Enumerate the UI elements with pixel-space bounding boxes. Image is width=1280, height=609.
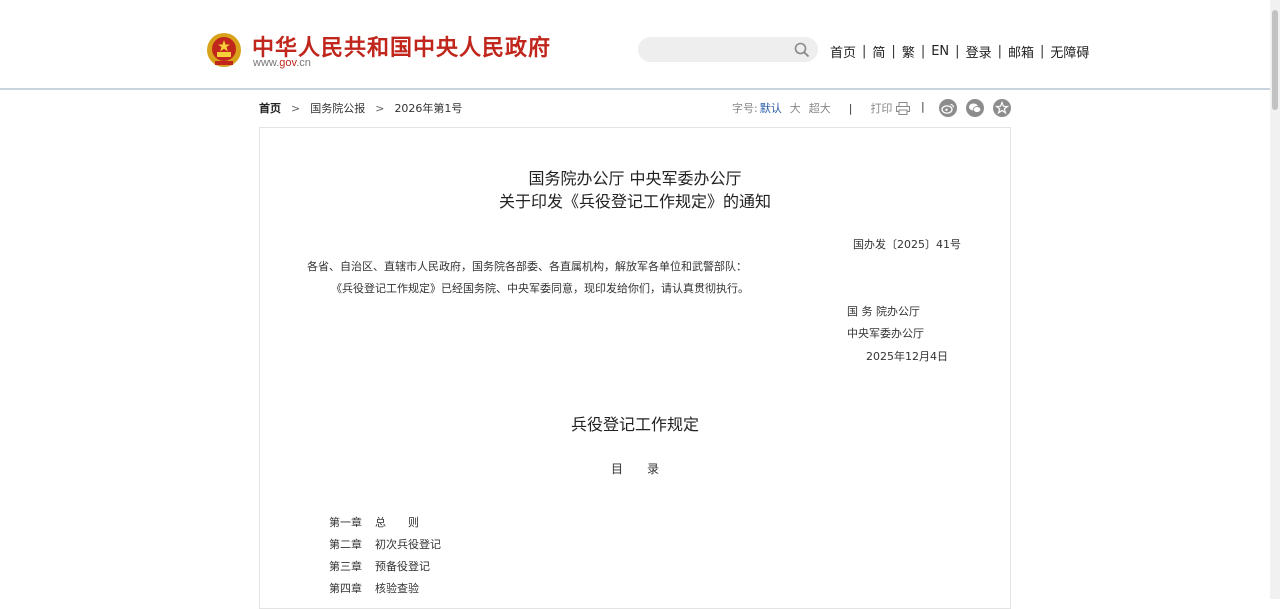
header-divider — [0, 88, 1270, 90]
breadcrumb: 首页 > 国务院公报 > 2026年第1号 — [259, 100, 462, 116]
nav-simplified[interactable]: 简 — [872, 42, 885, 61]
nav-separator: | — [997, 44, 1002, 59]
scrollbar-thumb[interactable] — [1272, 10, 1278, 110]
chevron-right-icon: > — [375, 101, 385, 115]
toc-chapter-name: 初次兵役登记 — [375, 538, 441, 551]
page-scrollbar[interactable] — [1270, 0, 1280, 599]
font-size-label: 字号: — [732, 102, 758, 115]
print-label[interactable]: 打印 — [870, 100, 892, 116]
nav-separator: | — [862, 44, 867, 59]
print-icon[interactable] — [896, 101, 911, 115]
search-icon[interactable] — [794, 42, 810, 58]
toc-chapter: 第二章 — [329, 538, 362, 551]
toc-item: 第二章 初次兵役登记 — [329, 536, 441, 552]
issue-date: 2025年12月4日 — [866, 350, 948, 363]
nav-english[interactable]: EN — [931, 44, 949, 59]
wechat-icon[interactable] — [966, 99, 984, 117]
nav-separator: | — [920, 44, 926, 59]
toc-chapter: 第四章 — [329, 582, 362, 595]
nav-login[interactable]: 登录 — [966, 42, 992, 61]
toc-chapter-name: 预备役登记 — [375, 560, 430, 573]
article-body: 《兵役登记工作规定》已经国务院、中央军委同意，现印发给你们，请认真贯彻执行。 — [331, 282, 749, 295]
nav-home[interactable]: 首页 — [830, 42, 856, 61]
breadcrumb-issue[interactable]: 2026年第1号 — [394, 100, 462, 116]
article-title-line2: 关于印发《兵役登记工作规定》的通知 — [498, 192, 771, 211]
share-separator: | — [921, 100, 925, 113]
tools-separator: | — [848, 101, 853, 115]
toc-chapter: 第三章 — [329, 560, 362, 573]
toc-item: 第一章总 则 — [329, 514, 419, 530]
site-url[interactable]: www.gov.cn — [253, 57, 311, 69]
font-size-default[interactable]: 默认 — [760, 100, 782, 116]
favorite-star-icon[interactable] — [993, 99, 1011, 117]
breadcrumb-gazette[interactable]: 国务院公报 — [310, 100, 365, 116]
toc-chapter: 第一章 — [329, 516, 362, 529]
nav-separator: | — [955, 44, 960, 59]
article-tools: 字号: 默认 大 超大 | 打印 — [732, 100, 911, 116]
breadcrumb-home[interactable]: 首页 — [259, 100, 281, 116]
toc-item: 第三章 预备役登记 — [329, 558, 430, 574]
section-title: 兵役登记工作规定 — [570, 415, 699, 434]
toc-chapter-name: 总 则 — [375, 516, 419, 529]
signer-military-commission: 中央军委办公厅 — [847, 327, 924, 340]
site-url-prefix: www. — [253, 57, 280, 69]
search-box — [638, 37, 818, 62]
toc-chapter-name: 核验查验 — [375, 582, 419, 595]
nav-mail[interactable]: 邮箱 — [1008, 42, 1034, 61]
signer-state-council: 国 务 院办公厅 — [847, 305, 920, 318]
recipients: 各省、自治区、直辖市人民政府，国务院各部委、各直属机构，解放军各单位和武警部队： — [307, 260, 747, 273]
site-url-domain: gov — [279, 57, 297, 69]
doc-number: 国办发〔2025〕41号 — [853, 238, 961, 251]
site-header: 中华人民共和国中央人民政府 www.gov.cn 首页 | 简 | 繁 | EN… — [0, 0, 1270, 88]
article-title-line1: 国务院办公厅 中央军委办公厅 — [528, 169, 742, 188]
nav-traditional[interactable]: 繁 — [902, 42, 915, 61]
nav-separator: | — [1039, 44, 1045, 59]
nav-accessibility[interactable]: 无障碍 — [1050, 42, 1089, 61]
site-url-suffix: .cn — [296, 57, 311, 69]
top-nav: 首页 | 简 | 繁 | EN | 登录 | 邮箱 | 无障碍 — [830, 42, 1089, 61]
nav-separator: | — [891, 44, 896, 59]
toc-item: 第四章 核验查验 — [329, 580, 419, 596]
font-size-xlarge[interactable]: 超大 — [809, 100, 831, 116]
chevron-right-icon: > — [291, 101, 301, 115]
weibo-icon[interactable] — [939, 99, 957, 117]
national-emblem-icon[interactable] — [206, 31, 242, 69]
toc-heading: 目 录 — [610, 462, 659, 476]
font-size-large[interactable]: 大 — [790, 100, 801, 116]
search-input[interactable] — [650, 40, 794, 60]
article-content: 国务院办公厅 中央军委办公厅 关于印发《兵役登记工作规定》的通知 国办发〔202… — [259, 127, 1011, 609]
